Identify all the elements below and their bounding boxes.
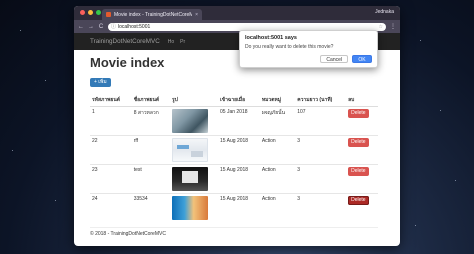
profile-name[interactable]: Jednaka <box>375 9 394 15</box>
browser-titlebar: Movie index - TrainingDotNetCoreMVC × Je… <box>74 6 400 20</box>
dialog-origin: localhost:5001 says <box>245 35 297 41</box>
cell-name: test <box>131 164 170 194</box>
window-controls <box>80 10 101 15</box>
cell-genre: Action <box>259 135 296 165</box>
col-header-length: ความยาว (นาที) <box>295 94 347 107</box>
col-header-name: ชื่อภาพยนต์ <box>131 94 170 107</box>
favicon-icon <box>106 12 111 17</box>
cell-id: 24 <box>90 193 132 223</box>
footer-divider <box>90 226 378 228</box>
cell-length: 107 <box>297 109 306 115</box>
table-row: 23 test 15 Aug 2018 Action 3 Delete <box>90 164 378 194</box>
cell-date: 15 Aug 2018 <box>218 135 260 165</box>
cell-name: rff <box>131 135 170 165</box>
info-icon[interactable]: ⓘ <box>111 23 116 30</box>
tab-close-icon[interactable]: × <box>195 12 198 18</box>
cell-name: 33534 <box>131 193 170 223</box>
maximize-window-button[interactable] <box>96 10 101 15</box>
dialog-ok-button[interactable]: OK <box>352 55 372 63</box>
tab-title: Movie index - TrainingDotNetCoreMVC <box>114 11 193 18</box>
cell-delete: Delete <box>346 107 378 136</box>
browser-window: Movie index - TrainingDotNetCoreMVC × Je… <box>74 6 400 246</box>
cell-id: 1 <box>92 109 95 115</box>
nav-link-home[interactable]: Ho <box>168 39 174 45</box>
forward-icon[interactable]: → <box>88 24 94 30</box>
browser-tab[interactable]: Movie index - TrainingDotNetCoreMVC × <box>102 9 202 20</box>
bookmark-star-icon[interactable]: ☆ <box>379 24 383 30</box>
dialog-cancel-button[interactable]: Cancel <box>320 55 348 63</box>
site-brand[interactable]: TrainingDotNetCoreMVC <box>90 38 160 45</box>
star <box>20 30 21 31</box>
cell-delete: Delete <box>346 193 378 223</box>
cell-image <box>170 135 218 165</box>
cell-date: 15 Aug 2018 <box>218 193 260 223</box>
movie-thumbnail <box>172 196 208 220</box>
minimize-window-button[interactable] <box>88 10 93 15</box>
cell-date: 05 Jan 2018 <box>220 109 248 115</box>
col-header-date: เข้าฉายเมื่อ <box>218 94 260 107</box>
close-window-button[interactable] <box>80 10 85 15</box>
cell-image <box>170 164 218 194</box>
back-icon[interactable]: ← <box>78 24 84 30</box>
cell-genre: ผจญภัยนั้น <box>261 110 285 116</box>
star <box>45 80 46 81</box>
cell-name: 8 สาวหลวก <box>133 110 159 116</box>
star <box>455 180 456 181</box>
cell-genre: Action <box>259 164 296 194</box>
movie-thumbnail <box>172 167 208 191</box>
reload-icon[interactable]: C <box>98 24 104 30</box>
cell-length: 3 <box>295 164 347 194</box>
dialog-buttons: Cancel OK <box>320 55 372 63</box>
create-button[interactable]: + เพิ่ม <box>90 78 111 87</box>
col-header-genre: หมวดหมู่ <box>259 94 296 107</box>
cell-image <box>170 193 218 223</box>
star <box>415 225 416 226</box>
col-header-delete: ลบ <box>346 94 378 107</box>
star <box>420 40 421 41</box>
star <box>12 150 13 151</box>
star <box>440 110 441 111</box>
star <box>55 200 56 201</box>
table-row: 1 8 สาวหลวก 05 Jan 2018 ผจญภัยนั้น 107 D… <box>90 107 378 136</box>
cell-delete: Delete <box>346 164 378 194</box>
delete-button[interactable]: Delete <box>348 109 369 118</box>
cell-delete: Delete <box>346 135 378 165</box>
nav-links: Ho Pr <box>168 39 185 45</box>
table-header-row: รหัสภาพยนต์ ชื่อภาพยนต์ รูป เข้าฉายเมื่อ… <box>90 94 378 107</box>
movie-table: รหัสภาพยนต์ ชื่อภาพยนต์ รูป เข้าฉายเมื่อ… <box>90 94 378 223</box>
cell-id: 22 <box>90 135 132 165</box>
confirm-dialog: localhost:5001 says Do you really want t… <box>239 30 378 68</box>
col-header-image: รูป <box>170 94 218 107</box>
cell-date: 15 Aug 2018 <box>218 164 260 194</box>
table-row: 24 33534 15 Aug 2018 Action 3 Delete <box>90 193 378 223</box>
cell-genre: Action <box>259 193 296 223</box>
delete-button[interactable]: Delete <box>348 167 369 176</box>
page-content: Movie index + เพิ่ม รหัสภาพยนต์ ชื่อภาพย… <box>74 50 400 237</box>
nav-link-privacy[interactable]: Pr <box>180 39 185 45</box>
delete-button[interactable]: Delete <box>348 196 369 205</box>
cell-id: 23 <box>90 164 132 194</box>
table-row: 22 rff 15 Aug 2018 Action 3 Delete <box>90 135 378 165</box>
cell-length: 3 <box>295 193 347 223</box>
col-header-id: รหัสภาพยนต์ <box>90 94 132 107</box>
footer-text: © 2018 - TrainingDotNetCoreMVC <box>90 230 166 237</box>
movie-thumbnail <box>172 138 208 162</box>
cell-image <box>170 107 218 136</box>
dialog-message: Do you really want to delete this movie? <box>245 44 334 50</box>
movie-thumbnail <box>172 109 208 133</box>
url-text: localhost:5001 <box>118 23 151 30</box>
browser-menu-icon[interactable]: ⋮ <box>390 23 396 30</box>
delete-button[interactable]: Delete <box>348 138 369 147</box>
cell-length: 3 <box>295 135 347 165</box>
